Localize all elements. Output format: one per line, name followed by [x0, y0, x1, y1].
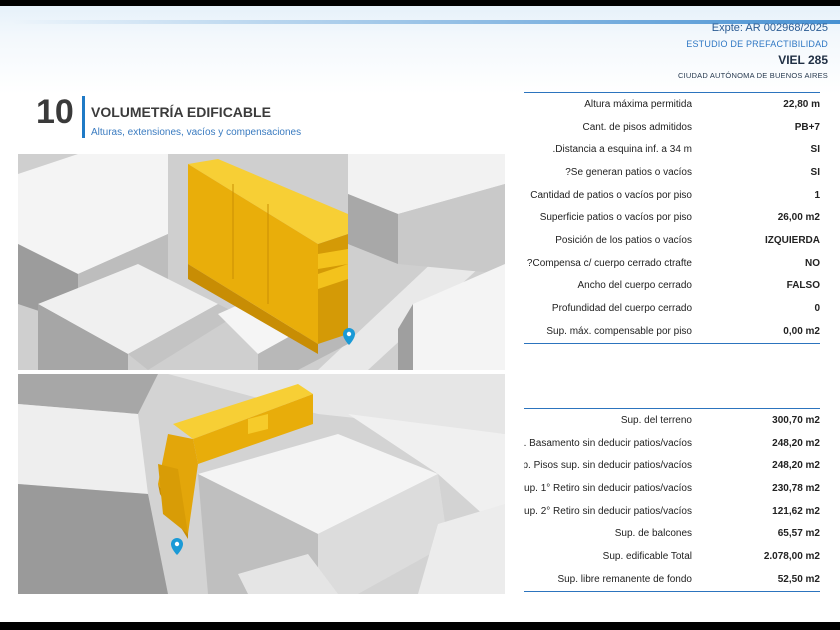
volumetry-3d-view-front	[18, 154, 505, 370]
table-row: Sup. 1° Retiro sin deducir patios/vacíos…	[524, 477, 820, 500]
row-label: Superficie patios o vacíos por piso	[539, 212, 692, 224]
row-label: Sup. de balcones	[614, 528, 692, 540]
row-label: Compensa c/ cuerpo cerrado ctrafte?	[526, 257, 692, 269]
row-label: Sup. 1° Retiro sin deducir patios/vacíos	[524, 482, 692, 494]
row-label: Posición de los patios o vacíos	[555, 234, 692, 246]
table-row: Sup. edificable Total 2.078,00 m2	[524, 545, 820, 568]
section-divider	[82, 96, 85, 138]
table-row: ıp. Basamento sin deducir patios/vacíos 2…	[524, 432, 820, 455]
row-label: Sup. libre remanente de fondo	[557, 573, 692, 585]
property-city: CIUDAD AUTÓNOMA DE BUENOS AIRES	[678, 71, 828, 80]
row-value: 0,00 m2	[783, 325, 820, 337]
row-value: 26,00 m2	[777, 212, 820, 224]
row-value: 248,20 m2	[772, 460, 820, 472]
table-bottom-rule	[524, 590, 820, 592]
table-row: Sup. de balcones 65,57 m2	[524, 522, 820, 545]
table-row: Cantidad de patios o vacíos por piso 1	[524, 184, 820, 207]
row-label: ıp. Basamento sin deducir patios/vacíos	[524, 437, 692, 449]
row-label: Se generan patios o vacíos?	[565, 166, 692, 178]
row-value: IZQUIERDA	[765, 234, 820, 246]
row-value: 22,80 m	[783, 98, 820, 110]
section-subtitle: Alturas, extensiones, vacíos y compensac…	[91, 127, 302, 138]
table-bottom-rule	[524, 342, 820, 344]
row-label: Sup. 2° Retiro sin deducir patios/vacíos	[524, 505, 692, 517]
row-value: 300,70 m2	[772, 414, 820, 426]
volumetry-3d-view-rear	[18, 374, 505, 594]
row-label: Sup. edificable Total	[602, 550, 692, 562]
row-label: Sup. del terreno	[620, 414, 692, 426]
height-and-voids-table: Altura máxima permitida 22,80 m Cant. de …	[524, 92, 820, 344]
expediente-number: Expte: AR 002968/2025	[711, 22, 828, 34]
row-value: 0	[814, 303, 820, 315]
header-meta: Expte: AR 002968/2025 ESTUDIO DE PREFACT…	[678, 20, 828, 84]
section-number: 10	[36, 93, 74, 131]
table-row: Compensa c/ cuerpo cerrado ctrafte? NO	[524, 252, 820, 275]
row-label: ıup. Pisos sup. sin deducir patios/vacío…	[524, 460, 692, 472]
row-label: Sup. máx. compensable por piso	[546, 325, 692, 337]
study-type: ESTUDIO DE PREFACTIBILIDAD	[686, 39, 828, 49]
table-row: Ancho del cuerpo cerrado FALSO	[524, 275, 820, 298]
table-row: Superficie patios o vacíos por piso 26,00…	[524, 206, 820, 229]
table-row: Posición de los patios o vacíos IZQUIERDA	[524, 229, 820, 252]
row-value: SI	[810, 166, 820, 178]
row-value: 2.078,00 m2	[763, 550, 820, 562]
report-page: Expte: AR 002968/2025 ESTUDIO DE PREFACT…	[0, 6, 840, 622]
row-label: Ancho del cuerpo cerrado	[577, 280, 692, 292]
table-row: Altura máxima permitida 22,80 m	[524, 93, 820, 116]
surface-areas-table: Sup. del terreno 300,70 m2 ıp. Basamento …	[524, 408, 820, 592]
table-row: Sup. 2° Retiro sin deducir patios/vacíos…	[524, 500, 820, 523]
row-value: 52,50 m2	[777, 573, 820, 585]
row-label: Profundidad del cuerpo cerrado	[551, 303, 692, 315]
table-row: Profundidad del cuerpo cerrado 0	[524, 297, 820, 320]
row-label: Altura máxima permitida	[584, 98, 692, 110]
row-value: 65,57 m2	[777, 528, 820, 540]
table-row: Distancia a esquina inf. a 34 m. SI	[524, 138, 820, 161]
row-value: NO	[805, 257, 820, 269]
row-value: 230,78 m2	[772, 482, 820, 494]
row-label: Distancia a esquina inf. a 34 m.	[552, 144, 692, 156]
row-value: 248,20 m2	[772, 437, 820, 449]
table-row: Cant. de pisos admitidos PB+7	[524, 116, 820, 139]
table-row: ıup. Pisos sup. sin deducir patios/vacío…	[524, 454, 820, 477]
row-value: PB+7	[794, 121, 820, 133]
row-label: Cant. de pisos admitidos	[582, 121, 692, 133]
property-address: VIEL 285	[778, 53, 828, 67]
row-label: Cantidad de patios o vacíos por piso	[530, 189, 692, 201]
table-row: Sup. máx. compensable por piso 0,00 m2	[524, 320, 820, 343]
row-value: SI	[810, 144, 820, 156]
table-row: Se generan patios o vacíos? SI	[524, 161, 820, 184]
table-row: Sup. del terreno 300,70 m2	[524, 409, 820, 432]
section-title: VOLUMETRÍA EDIFICABLE	[91, 104, 271, 120]
table-row: Sup. libre remanente de fondo 52,50 m2	[524, 568, 820, 591]
row-value: 1	[814, 189, 820, 201]
row-value: FALSO	[786, 280, 820, 292]
row-value: 121,62 m2	[772, 505, 820, 517]
